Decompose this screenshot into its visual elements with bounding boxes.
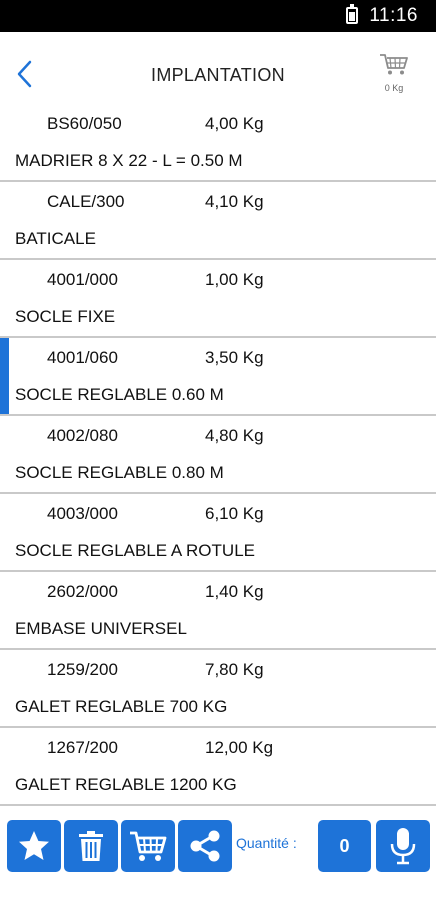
item-weight: 1,00 Kg [205,270,264,289]
list-item[interactable]: 1259/200 7,80 Kg GALET REGLABLE 700 KG [0,650,436,728]
item-reference: 4001/060 [47,348,118,367]
item-weight: 1,40 Kg [205,582,264,601]
list-item-selected[interactable]: 4001/060 3,50 Kg SOCLE REGLABLE 0.60 M [0,338,436,416]
item-weight: 12,00 Kg [205,738,274,757]
item-reference: 1267/200 [47,738,118,757]
item-label: EMBASE UNIVERSEL [15,619,187,638]
item-list: BS60/050 4,00 Kg MADRIER 8 X 22 - L = 0.… [0,104,436,806]
item-label: SOCLE FIXE [15,307,116,326]
item-label: SOCLE REGLABLE A ROTULE [15,541,255,560]
share-button[interactable] [178,820,232,872]
item-label: SOCLE REGLABLE 0.80 M [15,463,224,482]
item-reference: 1259/200 [47,660,118,679]
list-item[interactable]: BS60/050 4,00 Kg MADRIER 8 X 22 - L = 0.… [0,104,436,182]
status-clock: 11:16 [369,5,418,26]
list-item[interactable]: 1267/200 12,00 Kg GALET REGLABLE 1200 KG [0,728,436,806]
quantity-label: Quantité : [236,835,297,851]
app-header: IMPLANTATION 0 Kg [0,32,436,110]
star-icon [19,831,49,860]
shopping-cart-icon [380,54,408,75]
list-item[interactable]: 4003/000 6,10 Kg SOCLE REGLABLE A ROTULE [0,494,436,572]
list-item[interactable]: 4002/080 4,80 Kg SOCLE REGLABLE 0.80 M [0,416,436,494]
trash-icon [79,831,103,861]
bottom-toolbar: Quantité : 0 [0,810,436,900]
quantity-input[interactable]: 0 [318,820,371,872]
microphone-icon [390,828,416,865]
item-weight: 3,50 Kg [205,348,264,367]
list-item[interactable]: CALE/300 4,10 Kg BATICALE [0,182,436,260]
item-reference: 2602/000 [47,582,118,601]
share-icon [190,830,220,862]
item-weight: 4,80 Kg [205,426,264,445]
item-weight: 4,00 Kg [205,114,264,133]
shopping-cart-icon [130,831,167,861]
delete-button[interactable] [64,820,118,872]
item-weight: 4,10 Kg [205,192,264,211]
item-reference: CALE/300 [47,192,125,211]
battery-icon [346,4,358,24]
voice-input-button[interactable] [376,820,430,872]
item-reference: 4001/000 [47,270,118,289]
cart-summary-button[interactable]: 0 Kg [376,52,412,93]
list-item[interactable]: 4001/000 1,00 Kg SOCLE FIXE [0,260,436,338]
item-label: MADRIER 8 X 22 - L = 0.50 M [15,151,243,170]
item-label: BATICALE [15,229,96,248]
item-weight: 6,10 Kg [205,504,264,523]
item-label: GALET REGLABLE 700 KG [15,697,228,716]
item-reference: 4003/000 [47,504,118,523]
favorite-button[interactable] [7,820,61,872]
item-label: SOCLE REGLABLE 0.60 M [15,385,224,404]
item-reference: BS60/050 [47,114,122,133]
item-reference: 4002/080 [47,426,118,445]
list-item[interactable]: 2602/000 1,40 Kg EMBASE UNIVERSEL [0,572,436,650]
status-bar: 11:16 [0,0,436,32]
cart-weight: 0 Kg [384,83,404,93]
page-title: IMPLANTATION [151,65,285,85]
add-to-cart-button[interactable] [121,820,175,872]
item-label: GALET REGLABLE 1200 KG [15,775,237,794]
item-weight: 7,80 Kg [205,660,264,679]
